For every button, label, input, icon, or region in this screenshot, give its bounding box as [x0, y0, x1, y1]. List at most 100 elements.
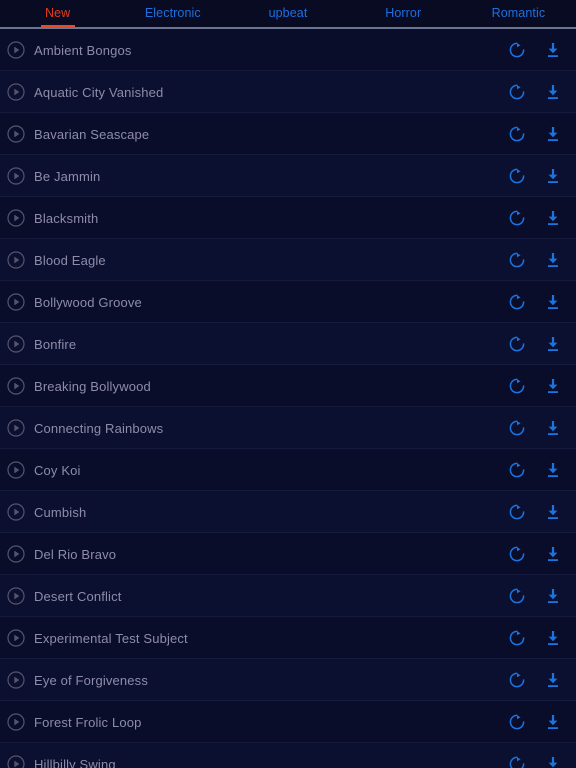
loop-restore-icon[interactable] — [506, 543, 528, 565]
table-row[interactable]: Forest Frolic Loop — [0, 701, 576, 743]
row-actions — [506, 669, 576, 691]
loop-restore-icon[interactable] — [506, 165, 528, 187]
download-icon[interactable] — [542, 123, 564, 145]
table-row[interactable]: Desert Conflict — [0, 575, 576, 617]
download-icon[interactable] — [542, 39, 564, 61]
loop-restore-icon[interactable] — [506, 753, 528, 768]
download-icon[interactable] — [542, 417, 564, 439]
table-row[interactable]: Experimental Test Subject — [0, 617, 576, 659]
download-icon[interactable] — [542, 459, 564, 481]
row-actions — [506, 375, 576, 397]
table-row[interactable]: Blood Eagle — [0, 239, 576, 281]
table-row[interactable]: Bavarian Seascape — [0, 113, 576, 155]
table-row[interactable]: Coy Koi — [0, 449, 576, 491]
loop-restore-icon[interactable] — [506, 585, 528, 607]
loop-restore-icon[interactable] — [506, 669, 528, 691]
track-title: Cumbish — [34, 504, 87, 520]
track-title: Desert Conflict — [34, 588, 122, 604]
play-circle-icon[interactable] — [6, 124, 26, 144]
tab-horror[interactable]: Horror — [346, 0, 461, 27]
track-title: Bollywood Groove — [34, 294, 142, 310]
download-icon[interactable] — [542, 81, 564, 103]
play-circle-icon[interactable] — [6, 460, 26, 480]
download-icon[interactable] — [542, 291, 564, 313]
download-icon[interactable] — [542, 165, 564, 187]
loop-restore-icon[interactable] — [506, 123, 528, 145]
row-actions — [506, 333, 576, 355]
download-icon[interactable] — [542, 543, 564, 565]
play-circle-icon[interactable] — [6, 586, 26, 606]
loop-restore-icon[interactable] — [506, 501, 528, 523]
download-icon[interactable] — [542, 753, 564, 768]
download-icon[interactable] — [542, 207, 564, 229]
table-row[interactable]: Breaking Bollywood — [0, 365, 576, 407]
track-title: Coy Koi — [34, 462, 81, 478]
download-icon[interactable] — [542, 249, 564, 271]
row-actions — [506, 501, 576, 523]
track-title: Bonfire — [34, 336, 77, 352]
loop-restore-icon[interactable] — [506, 375, 528, 397]
play-circle-icon[interactable] — [6, 250, 26, 270]
play-circle-icon[interactable] — [6, 712, 26, 732]
download-icon[interactable] — [542, 375, 564, 397]
table-row[interactable]: Connecting Rainbows — [0, 407, 576, 449]
download-icon[interactable] — [542, 669, 564, 691]
play-circle-icon[interactable] — [6, 166, 26, 186]
row-actions — [506, 627, 576, 649]
row-actions — [506, 711, 576, 733]
row-actions — [506, 249, 576, 271]
loop-restore-icon[interactable] — [506, 333, 528, 355]
track-title: Hillbilly Swing — [34, 756, 116, 768]
loop-restore-icon[interactable] — [506, 417, 528, 439]
loop-restore-icon[interactable] — [506, 249, 528, 271]
row-actions — [506, 207, 576, 229]
download-icon[interactable] — [542, 501, 564, 523]
loop-restore-icon[interactable] — [506, 39, 528, 61]
loop-restore-icon[interactable] — [506, 711, 528, 733]
table-row[interactable]: Be Jammin — [0, 155, 576, 197]
track-title: Ambient Bongos — [34, 42, 132, 58]
tab-romantic[interactable]: Romantic — [461, 0, 576, 27]
tab-upbeat[interactable]: upbeat — [230, 0, 345, 27]
track-title: Connecting Rainbows — [34, 420, 164, 436]
table-row[interactable]: Aquatic City Vanished — [0, 71, 576, 113]
table-row[interactable]: Blacksmith — [0, 197, 576, 239]
loop-restore-icon[interactable] — [506, 459, 528, 481]
play-circle-icon[interactable] — [6, 376, 26, 396]
table-row[interactable]: Del Rio Bravo — [0, 533, 576, 575]
row-actions — [506, 459, 576, 481]
download-icon[interactable] — [542, 627, 564, 649]
download-icon[interactable] — [542, 333, 564, 355]
loop-restore-icon[interactable] — [506, 81, 528, 103]
track-title: Bavarian Seascape — [34, 126, 150, 142]
download-icon[interactable] — [542, 585, 564, 607]
play-circle-icon[interactable] — [6, 544, 26, 564]
table-row[interactable]: Bollywood Groove — [0, 281, 576, 323]
loop-restore-icon[interactable] — [506, 207, 528, 229]
row-actions — [506, 123, 576, 145]
play-circle-icon[interactable] — [6, 628, 26, 648]
table-row[interactable]: Hillbilly Swing — [0, 743, 576, 768]
play-circle-icon[interactable] — [6, 334, 26, 354]
download-icon[interactable] — [542, 711, 564, 733]
play-circle-icon[interactable] — [6, 754, 26, 768]
table-row[interactable]: Ambient Bongos — [0, 29, 576, 71]
loop-restore-icon[interactable] — [506, 291, 528, 313]
play-circle-icon[interactable] — [6, 292, 26, 312]
track-list[interactable]: Ambient Bongos Aquatic City Vanished Bavar… — [0, 29, 576, 768]
table-row[interactable]: Cumbish — [0, 491, 576, 533]
play-circle-icon[interactable] — [6, 670, 26, 690]
tab-new[interactable]: New — [0, 0, 115, 27]
play-circle-icon[interactable] — [6, 418, 26, 438]
tab-label: Electronic — [144, 5, 201, 20]
play-circle-icon[interactable] — [6, 208, 26, 228]
tab-label: Horror — [385, 5, 422, 20]
loop-restore-icon[interactable] — [506, 627, 528, 649]
play-circle-icon[interactable] — [6, 502, 26, 522]
play-circle-icon[interactable] — [6, 82, 26, 102]
table-row[interactable]: Bonfire — [0, 323, 576, 365]
play-circle-icon[interactable] — [6, 40, 26, 60]
track-title: Eye of Forgiveness — [34, 672, 148, 688]
table-row[interactable]: Eye of Forgiveness — [0, 659, 576, 701]
tab-electronic[interactable]: Electronic — [115, 0, 230, 27]
